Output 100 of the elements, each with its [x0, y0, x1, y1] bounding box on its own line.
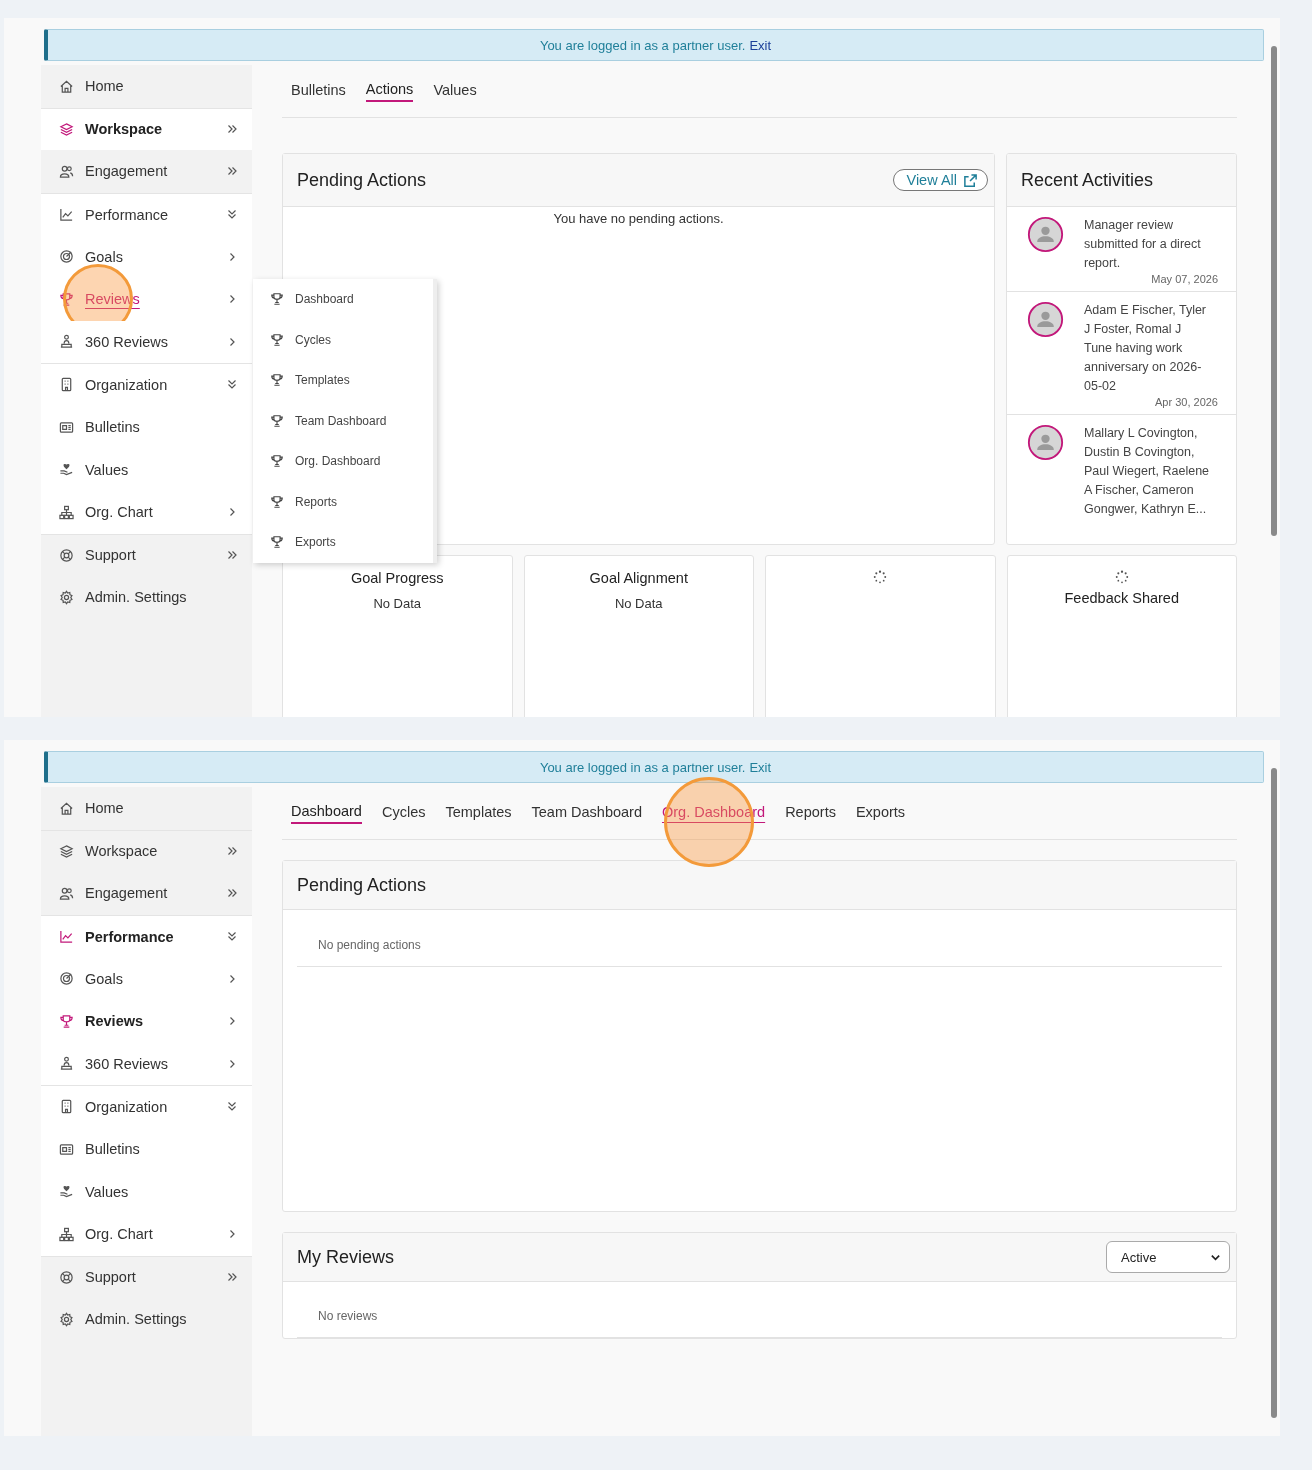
- home-icon: [59, 78, 74, 94]
- scrollbar[interactable]: [1271, 768, 1277, 1418]
- trophy-icon: [270, 292, 284, 307]
- empty-message: No pending actions: [318, 938, 421, 952]
- empty-message: No reviews: [318, 1309, 378, 1323]
- avatar-icon: [1027, 216, 1064, 253]
- newspaper-icon: [59, 1141, 74, 1157]
- submenu-item[interactable]: Dashboard: [253, 279, 433, 320]
- sidebar-item[interactable]: Engagement: [41, 150, 252, 193]
- status-select[interactable]: Active: [1106, 1241, 1230, 1273]
- tab[interactable]: Team Dashboard: [531, 803, 642, 823]
- trophy-icon: [59, 1013, 74, 1029]
- trophy-icon: [270, 535, 284, 550]
- org-chart-icon: [59, 504, 74, 520]
- scrollbar[interactable]: [1271, 46, 1277, 536]
- sidebar-item[interactable]: Home: [41, 787, 252, 830]
- submenu-item[interactable]: Exports: [253, 522, 433, 563]
- tab[interactable]: Exports: [855, 803, 906, 823]
- double-chevron-down-icon: [226, 1100, 238, 1113]
- sidebar-item[interactable]: Org. Chart: [41, 490, 252, 534]
- card-title: Recent Activities: [1021, 169, 1154, 191]
- trophy-icon: [270, 332, 284, 347]
- trophy-icon: [270, 413, 284, 428]
- trophy-icon: [270, 373, 284, 388]
- sidebar-item[interactable]: Engagement: [41, 872, 252, 915]
- sidebar-item[interactable]: Org. Chart: [41, 1212, 252, 1256]
- view-all-button[interactable]: View All: [893, 169, 988, 191]
- exit-link[interactable]: Exit: [749, 759, 772, 775]
- card-title: Goal Alignment: [589, 570, 688, 586]
- sidebar-item[interactable]: Home: [41, 65, 252, 108]
- submenu-item[interactable]: Cycles: [253, 319, 433, 360]
- tab[interactable]: Cycles: [381, 803, 426, 823]
- stat-value: No Data: [373, 596, 422, 611]
- line-chart-icon: [59, 929, 74, 945]
- notice-text: You are logged in as a partner user.: [539, 759, 746, 775]
- card-title: My Reviews: [297, 1246, 394, 1268]
- exit-link[interactable]: Exit: [749, 37, 772, 53]
- activity-text: Manager review submitted for a direct report.: [1084, 217, 1202, 272]
- sidebar-item[interactable]: Performance: [41, 192, 252, 236]
- double-chevron-down-icon: [226, 930, 238, 943]
- tab[interactable]: Bulletins: [291, 81, 346, 101]
- sidebar-item[interactable]: Support: [41, 1255, 252, 1299]
- activity-text: Mallary L Covington, Dustin B Covington, Paul Wiegert, Raelene A Fischer, Cameron Gongwer, Kathryn E...: [1084, 425, 1211, 518]
- newspaper-icon: [59, 419, 74, 435]
- sidebar-item[interactable]: Workspace: [41, 107, 252, 151]
- layers-icon: [59, 843, 74, 859]
- sidebar-item[interactable]: Organization: [41, 1085, 252, 1128]
- hand-heart-icon: [59, 462, 74, 478]
- sidebar-item[interactable]: Admin. Settings: [41, 1298, 252, 1341]
- sidebar-item[interactable]: Values: [41, 1170, 252, 1213]
- sidebar-item[interactable]: Performance: [41, 914, 252, 958]
- trophy-icon: [270, 494, 284, 509]
- settings-icon: [59, 589, 74, 605]
- double-chevron-down-icon: [226, 208, 238, 221]
- empty-message: You have no pending actions.: [552, 211, 725, 226]
- submenu-item[interactable]: Org. Dashboard: [253, 441, 433, 482]
- building-icon: [59, 1099, 74, 1115]
- home-icon: [59, 800, 74, 816]
- sidebar-item[interactable]: Goals: [41, 957, 252, 1000]
- sidebar-item[interactable]: Support: [41, 533, 252, 577]
- avatar-icon: [1027, 424, 1064, 461]
- trophy-icon: [59, 291, 74, 307]
- sidebar-item[interactable]: Organization: [41, 363, 252, 406]
- card-title: Pending Actions: [297, 874, 427, 896]
- sidebar-item[interactable]: Reviews: [41, 999, 252, 1043]
- tab[interactable]: Dashboard: [291, 802, 362, 824]
- card-title: Pending Actions: [297, 169, 427, 191]
- sidebar-item[interactable]: Bulletins: [41, 405, 252, 449]
- sidebar-item[interactable]: Admin. Settings: [41, 576, 252, 619]
- settings-icon: [59, 1311, 74, 1327]
- lifebuoy-icon: [59, 547, 74, 563]
- tab[interactable]: Actions: [365, 80, 414, 102]
- activity-date: Apr 30, 2026: [1155, 396, 1218, 408]
- double-chevron-down-icon: [226, 378, 238, 391]
- line-chart-icon: [59, 207, 74, 223]
- people-icon: [59, 164, 74, 179]
- layers-icon: [59, 121, 74, 137]
- submenu-item[interactable]: Reports: [253, 481, 433, 522]
- sidebar-item[interactable]: Values: [41, 448, 252, 491]
- person-podium-icon: [59, 334, 74, 350]
- people-icon: [59, 886, 74, 901]
- sidebar-item[interactable]: Goals: [41, 235, 252, 278]
- hand-heart-icon: [59, 1184, 74, 1200]
- tab[interactable]: Templates: [445, 803, 512, 823]
- sidebar-item[interactable]: Bulletins: [41, 1127, 252, 1171]
- activity-text: Adam E Fischer, Tyler J Foster, Romal J Tune having work anniversary on 2026-05-02: [1084, 302, 1208, 395]
- card-title: Goal Progress: [350, 570, 444, 586]
- org-chart-icon: [59, 1226, 74, 1242]
- person-podium-icon: [59, 1056, 74, 1072]
- notice-text: You are logged in as a partner user.: [539, 37, 746, 53]
- tab[interactable]: Values: [433, 81, 477, 101]
- sidebar-item[interactable]: Workspace: [41, 829, 252, 873]
- sidebar-item[interactable]: 360 Reviews: [41, 320, 252, 364]
- tab[interactable]: Reports: [785, 803, 836, 823]
- submenu-item[interactable]: Team Dashboard: [253, 400, 433, 441]
- building-icon: [59, 377, 74, 393]
- avatar-icon: [1027, 301, 1064, 338]
- activity-date: May 07, 2026: [1151, 273, 1218, 285]
- sidebar-item[interactable]: 360 Reviews: [41, 1042, 252, 1086]
- submenu-item[interactable]: Templates: [253, 360, 433, 401]
